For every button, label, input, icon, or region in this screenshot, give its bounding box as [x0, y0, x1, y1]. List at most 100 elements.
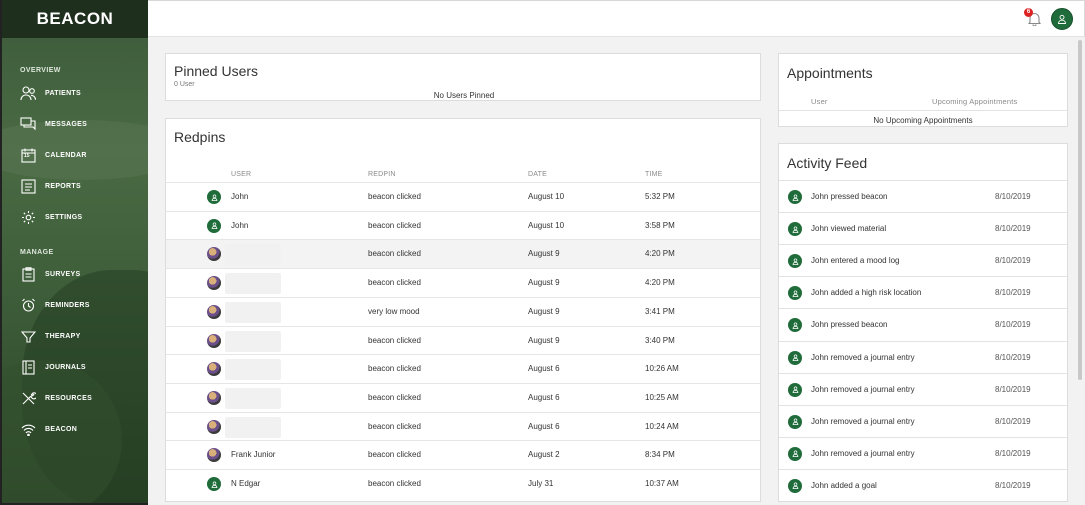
table-row[interactable]: beacon clicked August 9 4:20 PM: [166, 239, 760, 269]
nav-item-calendar[interactable]: 15 CALENDAR: [20, 144, 145, 166]
cell-date: August 10: [528, 192, 565, 201]
list-item[interactable]: John entered a mood log 8/10/2019: [779, 244, 1067, 276]
cell-user: Frank Junior: [231, 450, 276, 460]
cell-date: August 9: [528, 278, 560, 288]
user-icon: [788, 414, 802, 429]
surveys-icon: [20, 266, 37, 283]
table-row[interactable]: very low mood August 9 3:41 PM: [166, 296, 760, 326]
scrollbar[interactable]: [1078, 40, 1082, 380]
list-item[interactable]: John removed a journal entry 8/10/2019: [779, 372, 1067, 405]
redacted-name: [225, 359, 281, 381]
cell-date: July 31: [528, 479, 554, 488]
column-header[interactable]: Upcoming Appointments: [932, 97, 1018, 106]
user-avatar[interactable]: [1051, 8, 1073, 30]
table-row[interactable]: Frank Junior beacon clicked August 2 8:34 P…: [166, 440, 760, 469]
redacted-name: [225, 273, 281, 295]
nav-label: SURVEYS: [45, 270, 81, 278]
redpins-card: Redpins USER REDPIN DATE TIME John beacon…: [165, 118, 761, 502]
avatar: [207, 419, 221, 434]
nav-item-patients[interactable]: PATIENTS: [20, 82, 145, 104]
calendar-icon: 15: [20, 147, 37, 164]
alarm-clock-icon: [20, 297, 37, 314]
list-item[interactable]: John added a high risk location 8/10/2019: [779, 276, 1067, 308]
cell-user: John: [231, 220, 249, 230]
table-row[interactable]: beacon clicked August 6 10:26 AM: [166, 354, 760, 383]
activity-date: 8/10/2019: [995, 384, 1031, 394]
cell-user: John: [231, 192, 249, 201]
table-row[interactable]: John beacon clicked August 10 5:32 PM: [166, 182, 760, 211]
activity-date: 8/10/2019: [995, 288, 1031, 298]
cell-redpin: beacon clicked: [368, 479, 421, 488]
cell-time: 3:58 PM: [645, 220, 675, 230]
nav-item-reminders[interactable]: REMINDERS: [20, 294, 145, 316]
notifications-button[interactable]: 6: [1024, 8, 1042, 28]
nav-item-resources[interactable]: RESOURCES: [20, 387, 145, 409]
avatar: [207, 390, 221, 405]
cell-date: August 10: [528, 220, 565, 230]
cell-user: N Edgar: [231, 479, 261, 488]
table-row[interactable]: N Edgar beacon clicked July 31 10:37 AM: [166, 469, 760, 498]
empty-message: No Users Pinned: [433, 91, 495, 100]
list-item[interactable]: John pressed beacon 8/10/2019: [779, 180, 1067, 212]
cell-date: August 6: [528, 392, 560, 402]
wifi-icon: [20, 421, 37, 438]
user-icon: [207, 218, 221, 233]
cell-redpin: beacon clicked: [368, 450, 421, 460]
activity-text: John removed a journal entry: [811, 448, 915, 458]
avatar: [207, 362, 221, 377]
activity-date: 8/10/2019: [995, 192, 1031, 201]
nav-item-journals[interactable]: JOURNALS: [20, 356, 145, 378]
list-item[interactable]: John removed a journal entry 8/10/2019: [779, 340, 1067, 373]
activity-date: 8/10/2019: [995, 320, 1031, 330]
redacted-name: [225, 244, 281, 266]
user-icon: [788, 286, 802, 301]
redacted-name: [225, 387, 281, 409]
table-row[interactable]: beacon clicked August 6 10:25 AM: [166, 382, 760, 412]
column-header[interactable]: USER: [231, 171, 251, 178]
patients-icon: [20, 85, 37, 102]
user-icon: [207, 190, 221, 204]
column-header[interactable]: TIME: [645, 171, 663, 178]
card-title: Appointments: [787, 65, 873, 81]
nav-item-reports[interactable]: REPORTS: [20, 175, 145, 197]
list-item[interactable]: John removed a journal entry 8/10/2019: [779, 404, 1067, 437]
nav-item-messages[interactable]: MESSAGES: [20, 113, 145, 135]
list-item[interactable]: John pressed beacon 8/10/2019: [779, 308, 1067, 340]
activity-text: John removed a journal entry: [811, 416, 915, 426]
top-bar: [148, 0, 1085, 37]
column-header[interactable]: REDPIN: [368, 171, 396, 178]
nav-item-therapy[interactable]: THERAPY: [20, 325, 145, 347]
column-header[interactable]: DATE: [528, 171, 547, 178]
user-icon: [207, 477, 221, 491]
cell-time: 4:20 PM: [645, 278, 675, 288]
user-icon: [788, 190, 802, 204]
table-row[interactable]: beacon clicked August 9 3:40 PM: [166, 325, 760, 355]
nav-item-surveys[interactable]: SURVEYS: [20, 263, 145, 285]
column-header[interactable]: User: [811, 97, 828, 106]
card-title: Activity Feed: [787, 155, 868, 171]
card-title: Redpins: [174, 129, 226, 145]
list-item[interactable]: John added a goal 8/10/2019: [779, 468, 1067, 501]
nav-label: REPORTS: [45, 182, 81, 190]
cell-time: 10:25 AM: [645, 392, 679, 402]
cell-redpin: beacon clicked: [368, 278, 421, 288]
nav-item-settings[interactable]: SETTINGS: [20, 206, 145, 228]
brand-logo[interactable]: BEACON: [2, 0, 148, 38]
list-item[interactable]: John removed a journal entry 8/10/2019: [779, 436, 1067, 469]
table-row[interactable]: beacon clicked August 6 10:24 AM: [166, 411, 760, 441]
user-icon: [1058, 14, 1066, 24]
nav-label: RESOURCES: [45, 394, 93, 402]
nav-item-beacon[interactable]: BEACON: [20, 418, 145, 440]
cell-time: 10:37 AM: [645, 479, 679, 488]
cell-redpin: beacon clicked: [368, 335, 421, 345]
table-row[interactable]: John beacon clicked August 10 3:58 PM: [166, 210, 760, 240]
nav-label: THERAPY: [45, 332, 81, 340]
cell-time: 10:26 AM: [645, 364, 679, 374]
list-item[interactable]: John viewed material 8/10/2019: [779, 212, 1067, 244]
table-row[interactable]: beacon clicked August 9 4:20 PM: [166, 268, 760, 297]
nav-label: BEACON: [45, 425, 78, 433]
activity-date: 8/10/2019: [995, 448, 1031, 458]
cell-time: 5:32 PM: [645, 192, 675, 201]
cell-date: August 6: [528, 421, 560, 431]
user-icon: [788, 382, 802, 397]
